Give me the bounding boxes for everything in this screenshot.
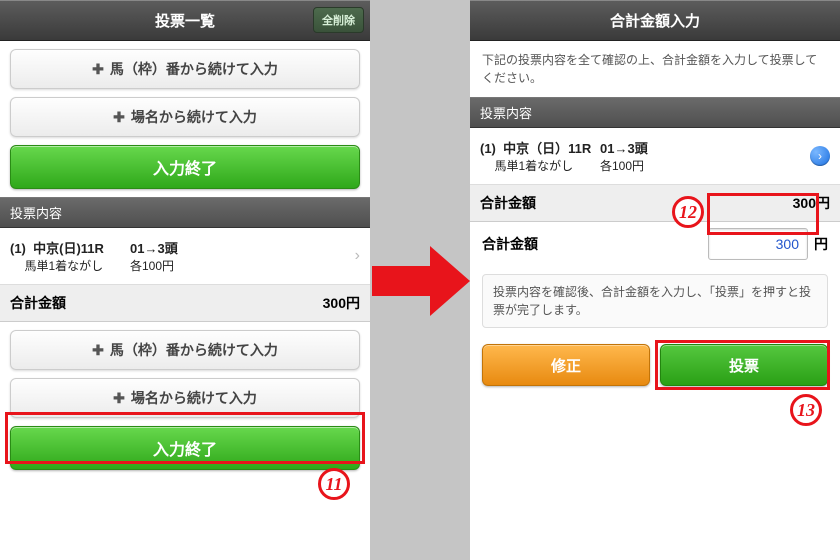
modify-button[interactable]: 修正 <box>482 344 650 386</box>
chevron-right-icon: › <box>355 247 360 265</box>
bet-selection: 01→3頭 <box>600 141 648 156</box>
screen-right: 合計金額入力 下記の投票内容を全て確認の上、合計金額を入力して投票してください。… <box>470 0 840 560</box>
total-value: 300円 <box>793 193 830 213</box>
plus-icon: ✚ <box>113 109 125 126</box>
plus-icon: ✚ <box>113 390 125 407</box>
continue-from-track-button-top[interactable]: ✚ 場名から続けて入力 <box>10 97 360 137</box>
total-label: 合計金額 <box>480 193 536 213</box>
right-total-row: 合計金額 300円 <box>470 185 840 222</box>
bet-price: 各100円 <box>600 159 644 173</box>
finish-input-button-top[interactable]: 入力終了 <box>10 145 360 189</box>
bet-row[interactable]: (1) 中京(日)11R 馬単1着ながし 01→3頭 各100円 › <box>0 228 370 285</box>
left-header: 投票一覧 全削除 <box>0 1 370 41</box>
continue-from-horse-label: 馬（枠）番から続けて入力 <box>110 59 278 79</box>
bet-race: 中京(日)11R <box>33 241 104 256</box>
bet-selection: 01→3頭 <box>130 241 178 256</box>
bet-race: 中京（日）11R <box>503 141 591 156</box>
right-header: 合計金額入力 <box>470 1 840 41</box>
amount-input-row: 合計金額 円 <box>470 222 840 266</box>
delete-all-button[interactable]: 全削除 <box>313 7 364 33</box>
bet-index: (1) <box>10 241 26 256</box>
amount-label: 合計金額 <box>482 234 538 254</box>
yen-unit: 円 <box>814 234 828 254</box>
top-instruction: 下記の投票内容を全て確認の上、合計金額を入力して投票してください。 <box>470 41 840 97</box>
modify-label: 修正 <box>551 355 581 376</box>
plus-icon: ✚ <box>92 342 104 359</box>
finish-input-label: 入力終了 <box>153 155 217 179</box>
left-total-row: 合計金額 300円 <box>0 285 370 322</box>
amount-input[interactable] <box>708 228 808 260</box>
bet-index: (1) <box>480 141 496 156</box>
action-buttons: 修正 投票 <box>470 336 840 394</box>
right-header-title: 合計金額入力 <box>610 10 700 31</box>
vote-button[interactable]: 投票 <box>660 344 828 386</box>
detail-icon: › <box>810 146 830 166</box>
bet-type: 馬単1着ながし <box>494 159 573 173</box>
vote-label: 投票 <box>729 355 759 376</box>
continue-from-horse-button-top[interactable]: ✚ 馬（枠）番から続けて入力 <box>10 49 360 89</box>
continue-from-track-label: 場名から続けて入力 <box>131 107 257 127</box>
finish-input-label: 入力終了 <box>153 436 217 460</box>
finish-input-button-bottom[interactable]: 入力終了 <box>10 426 360 470</box>
plus-icon: ✚ <box>92 61 104 78</box>
left-bets-section-head: 投票内容 <box>0 197 370 228</box>
total-value: 300円 <box>323 293 360 313</box>
continue-from-horse-label: 馬（枠）番から続けて入力 <box>110 340 278 360</box>
instruction-box: 投票内容を確認後、合計金額を入力し、「投票」を押すと投票が完了します。 <box>482 274 828 328</box>
continue-from-horse-button-bottom[interactable]: ✚ 馬（枠）番から続けて入力 <box>10 330 360 370</box>
screen-left: 投票一覧 全削除 ✚ 馬（枠）番から続けて入力 ✚ 場名から続けて入力 入力終了… <box>0 0 370 560</box>
bet-type: 馬単1着ながし <box>24 259 103 273</box>
right-bets-section-head: 投票内容 <box>470 97 840 128</box>
total-label: 合計金額 <box>10 293 66 313</box>
red-arrow-icon <box>372 246 472 316</box>
continue-from-track-label: 場名から続けて入力 <box>131 388 257 408</box>
continue-from-track-button-bottom[interactable]: ✚ 場名から続けて入力 <box>10 378 360 418</box>
left-header-title: 投票一覧 <box>155 10 215 31</box>
bet-price: 各100円 <box>130 259 174 273</box>
bet-row[interactable]: (1) 中京（日）11R 馬単1着ながし 01→3頭 各100円 › <box>470 128 840 185</box>
